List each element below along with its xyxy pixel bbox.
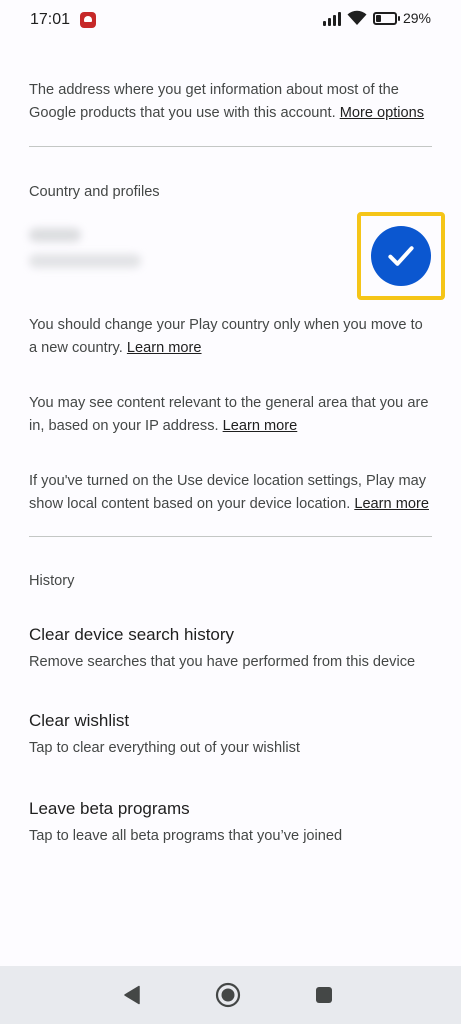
clear-wishlist-item[interactable]: Clear wishlist Tap to clear everything o… — [29, 709, 433, 759]
clear-device-search-history-item[interactable]: Clear device search history Remove searc… — [29, 623, 433, 673]
change-country-description: You should change your Play country only… — [29, 314, 433, 360]
status-icons: 29% — [322, 10, 431, 26]
setting-description: Remove searches that you have performed … — [29, 654, 416, 670]
redacted-country-name — [29, 228, 81, 242]
selected-country-checkmark[interactable] — [357, 212, 445, 300]
settings-content: The address where you get information ab… — [29, 76, 445, 847]
change-country-text: You should change your Play country only… — [29, 317, 423, 356]
more-options-link[interactable]: More options — [340, 105, 424, 121]
divider — [29, 536, 432, 537]
cellular-signal-icon — [322, 10, 341, 26]
ip-address-description: You may see content relevant to the gene… — [29, 392, 433, 438]
screen: 17:01 29% The address where you get info… — [0, 0, 461, 1024]
divider — [29, 146, 432, 147]
app-notification-icon — [80, 12, 96, 28]
system-navigation-bar — [0, 966, 461, 1024]
recents-square-icon — [316, 987, 332, 1003]
redacted-profile-detail — [29, 254, 141, 268]
setting-title: Leave beta programs — [29, 799, 190, 818]
learn-more-link-location[interactable]: Learn more — [354, 496, 429, 512]
learn-more-link-country[interactable]: Learn more — [127, 340, 202, 356]
setting-title: Clear device search history — [29, 625, 235, 644]
setting-description: Tap to clear everything out of your wish… — [29, 740, 300, 756]
country-section-label: Country and profiles — [29, 184, 160, 200]
status-bar: 17:01 29% — [0, 0, 461, 40]
battery-percentage: 29% — [402, 10, 431, 26]
recents-button[interactable] — [309, 980, 339, 1010]
account-address-description: The address where you get information ab… — [29, 79, 433, 125]
home-circle-icon — [215, 982, 241, 1008]
history-section-label: History — [29, 573, 75, 589]
device-location-description: If you've turned on the Use device locat… — [29, 470, 433, 516]
setting-title: Clear wishlist — [29, 711, 130, 730]
back-button[interactable] — [117, 980, 147, 1010]
leave-beta-programs-item[interactable]: Leave beta programs Tap to leave all bet… — [29, 797, 433, 847]
checkmark-circle — [371, 226, 431, 286]
status-time: 17:01 — [30, 11, 71, 28]
learn-more-link-ip[interactable]: Learn more — [223, 418, 298, 434]
country-profile-row[interactable] — [29, 200, 445, 310]
wifi-icon — [347, 10, 367, 25]
home-button[interactable] — [213, 980, 243, 1010]
check-icon — [388, 246, 414, 266]
back-triangle-icon — [124, 985, 140, 1005]
battery-icon — [372, 11, 400, 25]
setting-description: Tap to leave all beta programs that you’… — [29, 828, 343, 844]
